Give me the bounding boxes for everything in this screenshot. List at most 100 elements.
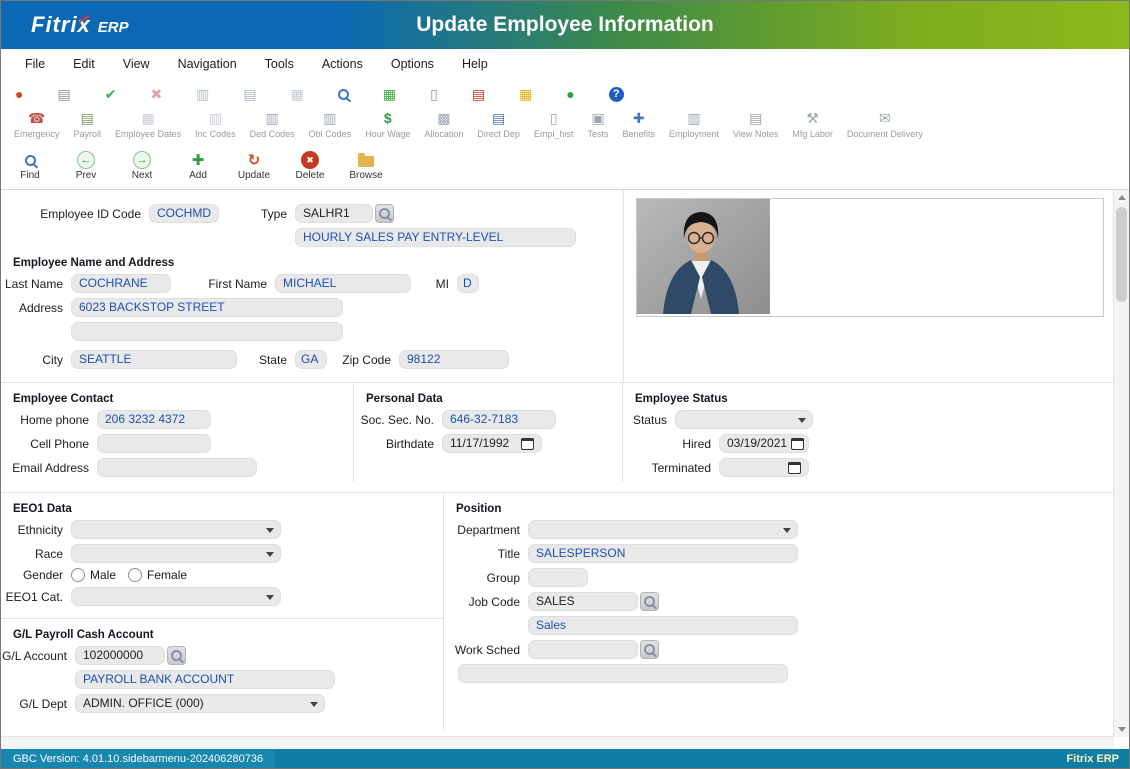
birthdate-field[interactable]: 11/17/1992 [442, 434, 542, 453]
email-label: Email Address [1, 461, 97, 475]
address2-field[interactable] [71, 322, 343, 341]
state-field[interactable]: GA [295, 350, 327, 369]
last-name-field[interactable]: COCHRANE [71, 274, 171, 293]
scroll-down-button[interactable] [1114, 722, 1129, 737]
work-sched-lookup-button[interactable] [640, 640, 659, 659]
copy-button[interactable]: ▥ [192, 85, 213, 103]
calendar-icon[interactable] [521, 438, 534, 450]
toolbar-view-notes[interactable]: ▤View Notes [726, 107, 785, 139]
work-sched-field[interactable] [528, 640, 638, 659]
toolbar-standard: ● ▤ ✔ ✖ ▥ ▤ ▦ ▦ ▯ ▤ ▦ ● ? [1, 81, 1129, 107]
document-edit-button[interactable]: ▤ [468, 85, 489, 103]
race-dropdown[interactable] [71, 544, 281, 563]
paste-button[interactable]: ▤ [239, 85, 260, 103]
mi-field[interactable]: D [457, 274, 479, 293]
job-code-field[interactable]: SALES [528, 592, 638, 611]
gl-account-field[interactable]: 102000000 [75, 646, 165, 665]
toolbar-ded-codes[interactable]: ▥Ded Codes [243, 107, 302, 139]
gl-dept-dropdown[interactable]: ADMIN. OFFICE (000) [75, 694, 325, 713]
gl-account-label: G/L Account [1, 649, 75, 663]
toolbar-allocation[interactable]: ▩Allocation [417, 107, 470, 139]
gender-male-radio[interactable] [71, 568, 85, 582]
calendar-icon[interactable] [791, 438, 804, 450]
update-button[interactable]: ↻Update [233, 151, 275, 189]
cancel-button[interactable]: ✖ [146, 85, 166, 103]
home-phone-field[interactable]: 206 3232 4372 [97, 410, 211, 429]
calendar-icon[interactable] [788, 462, 801, 474]
gl-account-description-field[interactable]: PAYROLL BANK ACCOUNT [75, 670, 335, 689]
title-field[interactable]: SALESPERSON [528, 544, 798, 563]
next-button[interactable]: →Next [121, 151, 163, 189]
horizontal-scrollbar[interactable] [1, 736, 1114, 749]
toolbar-employee-dates[interactable]: ▦Employee Dates [108, 107, 188, 139]
menu-tools[interactable]: Tools [251, 57, 308, 71]
browse-button[interactable]: Browse [345, 151, 387, 189]
vertical-scrollbar[interactable] [1113, 190, 1129, 737]
first-name-field[interactable]: MICHAEL [275, 274, 411, 293]
cell-phone-field[interactable] [97, 434, 211, 453]
document-button[interactable]: ▯ [426, 85, 442, 103]
toolbar-obl-codes[interactable]: ▥Obl Codes [302, 107, 359, 139]
menu-actions[interactable]: Actions [308, 57, 377, 71]
scroll-up-button[interactable] [1114, 190, 1129, 205]
scrollbar-thumb[interactable] [1116, 207, 1127, 302]
calendar-green-button[interactable]: ▦ [379, 85, 400, 103]
menu-view[interactable]: View [109, 57, 164, 71]
department-dropdown[interactable] [528, 520, 798, 539]
ssn-label: Soc. Sec. No. [354, 413, 442, 427]
exit-button[interactable]: ● [11, 85, 27, 103]
gender-female-radio[interactable] [128, 568, 142, 582]
toolbar-direct-dep[interactable]: ▤Direct Dep [470, 107, 527, 139]
address-field[interactable]: 6023 BACKSTOP STREET [71, 298, 343, 317]
status-dropdown[interactable] [675, 410, 813, 429]
toolbar-payroll[interactable]: ▤Payroll [67, 107, 109, 139]
refresh-button[interactable]: ● [562, 85, 578, 103]
email-field[interactable] [97, 458, 257, 477]
type-field[interactable]: SALHR1 [295, 204, 373, 223]
toolbar-mfg-labor[interactable]: ⚒Mfg Labor [785, 107, 840, 139]
prev-button[interactable]: ←Prev [65, 151, 107, 189]
gl-dept-label: G/L Dept [1, 697, 75, 711]
employee-id-field[interactable]: COCHMD [149, 204, 219, 223]
hired-field[interactable]: 03/19/2021 [719, 434, 809, 453]
find-button[interactable]: Find [9, 151, 51, 189]
work-sched-description-field[interactable] [458, 664, 788, 683]
toolbar-document-delivery[interactable]: ✉Document Delivery [840, 107, 930, 139]
prev-icon: ← [77, 151, 95, 169]
ethnicity-dropdown[interactable] [71, 520, 281, 539]
help-button[interactable]: ? [605, 86, 628, 103]
job-code-lookup-button[interactable] [640, 592, 659, 611]
zip-field[interactable]: 98122 [399, 350, 509, 369]
ethnicity-label: Ethnicity [1, 523, 71, 537]
terminated-field[interactable] [719, 458, 809, 477]
toolbar-benefits[interactable]: ✚Benefits [615, 107, 662, 139]
calendar-green-icon: ▦ [383, 86, 396, 102]
eeo1-cat-dropdown[interactable] [71, 587, 281, 606]
job-code-description-field[interactable]: Sales [528, 616, 798, 635]
menu-options[interactable]: Options [377, 57, 448, 71]
toolbar-tests[interactable]: ▣Tests [580, 107, 615, 139]
toolbar-employment[interactable]: ▥Employment [662, 107, 726, 139]
zoom-button[interactable] [334, 88, 353, 101]
calendar-yellow-button[interactable]: ▦ [515, 85, 536, 103]
menu-file[interactable]: File [11, 57, 59, 71]
ok-button[interactable]: ✔ [101, 85, 121, 103]
toolbar-hour-wage[interactable]: $Hour Wage [358, 107, 417, 139]
toolbar-emergency[interactable]: ☎Emergency [7, 107, 67, 139]
gl-account-lookup-button[interactable] [167, 646, 186, 665]
menu-edit[interactable]: Edit [59, 57, 109, 71]
add-button[interactable]: ✚Add [177, 151, 219, 189]
toolbar-empl-hist[interactable]: ▯Empl_hist [527, 107, 581, 139]
delete-button[interactable]: ✖Delete [289, 151, 331, 189]
section-position: Position [456, 503, 1114, 515]
grid-button[interactable]: ▦ [287, 85, 308, 103]
menu-help[interactable]: Help [448, 57, 502, 71]
menu-navigation[interactable]: Navigation [164, 57, 251, 71]
type-description-field[interactable]: HOURLY SALES PAY ENTRY-LEVEL [295, 228, 576, 247]
city-field[interactable]: SEATTLE [71, 350, 237, 369]
group-field[interactable] [528, 568, 588, 587]
save-button[interactable]: ▤ [53, 85, 74, 103]
type-lookup-button[interactable] [375, 204, 394, 223]
ssn-field[interactable]: 646-32-7183 [442, 410, 556, 429]
toolbar-inc-codes[interactable]: ▥Inc Codes [188, 107, 243, 139]
